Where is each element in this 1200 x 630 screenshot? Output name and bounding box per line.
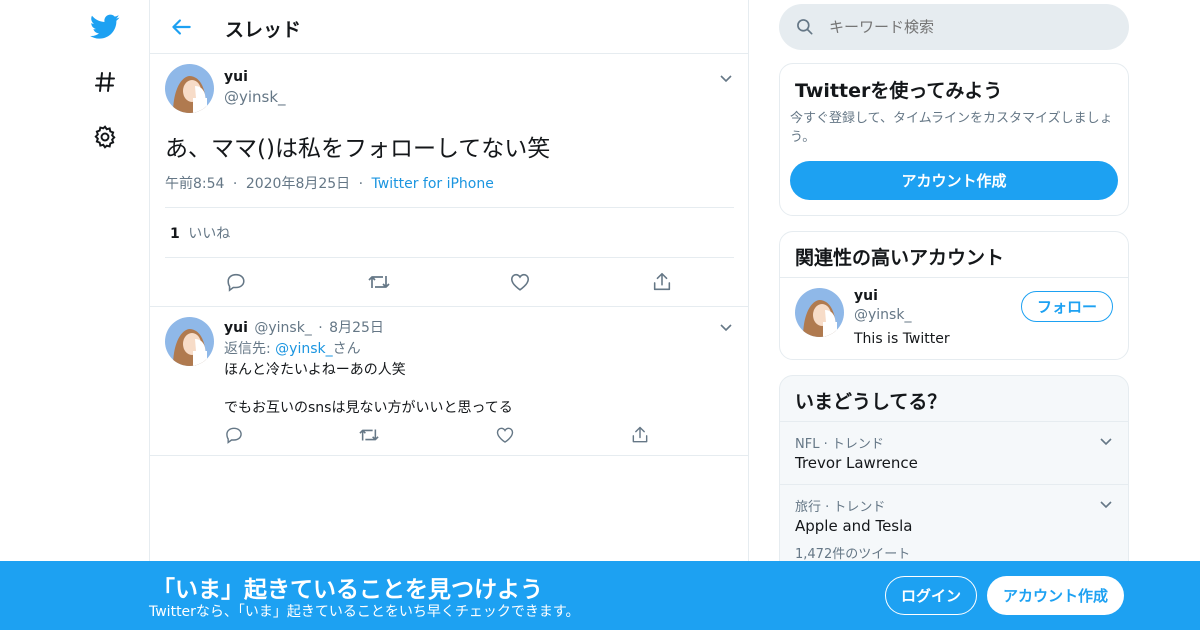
chevron-down-icon[interactable] bbox=[1098, 433, 1114, 449]
author-handle[interactable]: @yinsk_ bbox=[224, 88, 286, 106]
trend-name: Apple and Tesla bbox=[795, 517, 913, 535]
tweet-time[interactable]: 午前8:54 bbox=[165, 176, 224, 192]
related-accounts-card: 関連性の高いアカウント yui @yinsk_ This is Twitter … bbox=[779, 231, 1129, 360]
search-bar[interactable] bbox=[779, 4, 1129, 50]
trends-card: いまどうしてる？ NFL · トレンド Trevor Lawrence 旅行 ·… bbox=[779, 375, 1129, 575]
login-button[interactable]: ログイン bbox=[885, 576, 977, 615]
avatar[interactable] bbox=[165, 317, 214, 366]
banner-title: 「いま」起きていることを見つけよう bbox=[152, 577, 543, 603]
signup-card: Twitterを使ってみよう 今すぐ登録して、タイムラインをカスタマイズしましょ… bbox=[779, 63, 1129, 216]
trend-item[interactable]: NFL · トレンド Trevor Lawrence bbox=[780, 422, 1128, 484]
banner-subtitle: Twitterなら、「いま」起きていることをいち早くチェックできます。 bbox=[149, 604, 580, 620]
back-arrow-icon[interactable] bbox=[168, 14, 194, 40]
signup-card-title: Twitterを使ってみよう bbox=[795, 80, 1003, 102]
thread-column: スレッド yui @yinsk_ あ、ママ()は私をフォローしてない笑 午前8:… bbox=[149, 0, 749, 630]
tweet-date[interactable]: 8月25日 bbox=[329, 320, 384, 336]
reply-icon[interactable] bbox=[225, 271, 247, 293]
chevron-down-icon[interactable] bbox=[718, 70, 734, 86]
divider bbox=[150, 455, 748, 456]
reply-icon[interactable] bbox=[224, 425, 244, 445]
signup-card-description: 今すぐ登録して、タイムラインをカスタマイズしましょう。 bbox=[790, 111, 1113, 145]
thread-header: スレッド bbox=[150, 0, 748, 54]
page-title: スレッド bbox=[225, 19, 302, 41]
share-icon[interactable] bbox=[651, 271, 673, 293]
reply-handle-link[interactable]: @yinsk_ bbox=[275, 341, 332, 357]
trends-card-title: いまどうしてる？ bbox=[795, 391, 947, 413]
chevron-down-icon[interactable] bbox=[718, 319, 734, 335]
divider bbox=[780, 277, 1128, 278]
avatar[interactable] bbox=[165, 64, 214, 113]
create-account-button[interactable]: アカウント作成 bbox=[790, 161, 1118, 200]
share-icon[interactable] bbox=[630, 425, 650, 445]
trend-context: 旅行 · トレンド bbox=[795, 500, 886, 515]
tweet-date[interactable]: 2020年8月25日 bbox=[246, 176, 350, 192]
trend-item[interactable]: 旅行 · トレンド Apple and Tesla 1,472件のツイート bbox=[780, 485, 1128, 565]
trend-count: 1,472件のツイート bbox=[795, 547, 911, 562]
reply-suffix: さん bbox=[332, 341, 361, 357]
likes-count: 1 bbox=[170, 226, 180, 242]
reply-text-line2: でもお互いのsnsは見ない方がいいと思ってる bbox=[224, 400, 513, 416]
author-handle[interactable]: @yinsk_ bbox=[254, 320, 311, 336]
hashtag-icon[interactable] bbox=[88, 65, 122, 99]
divider bbox=[165, 257, 734, 258]
avatar[interactable] bbox=[795, 288, 844, 337]
account-bio: This is Twitter bbox=[854, 331, 950, 347]
account-handle[interactable]: @yinsk_ bbox=[854, 307, 911, 323]
chevron-down-icon[interactable] bbox=[1098, 496, 1114, 512]
replying-to: 返信先: @yinsk_さん bbox=[224, 338, 361, 358]
signup-banner: 「いま」起きていることを見つけよう Twitterなら、「いま」起きていることを… bbox=[0, 561, 1200, 630]
gear-icon[interactable] bbox=[88, 120, 122, 154]
trend-context: NFL · トレンド bbox=[795, 437, 884, 452]
likes-stat[interactable]: 1 いいね bbox=[170, 223, 230, 243]
reply-header: yui @yinsk_ · 8月25日 bbox=[224, 320, 384, 336]
like-icon[interactable] bbox=[509, 271, 531, 293]
like-icon[interactable] bbox=[495, 425, 515, 445]
tweet-source[interactable]: Twitter for iPhone bbox=[372, 176, 494, 192]
divider bbox=[165, 207, 734, 208]
search-icon bbox=[795, 17, 815, 37]
likes-label: いいね bbox=[188, 226, 231, 242]
tweet-text: あ、ママ()は私をフォローしてない笑 bbox=[165, 136, 551, 162]
reply-prefix: 返信先: bbox=[224, 341, 276, 357]
account-name[interactable]: yui bbox=[854, 288, 878, 304]
author-name[interactable]: yui bbox=[224, 320, 248, 336]
tweet-meta: 午前8:54 · 2020年8月25日 · Twitter for iPhone bbox=[165, 176, 494, 192]
divider bbox=[150, 306, 748, 307]
signup-button[interactable]: アカウント作成 bbox=[987, 576, 1124, 615]
search-input[interactable] bbox=[829, 12, 1114, 42]
trend-name: Trevor Lawrence bbox=[795, 454, 918, 472]
related-card-title: 関連性の高いアカウント bbox=[795, 247, 1005, 269]
retweet-icon[interactable] bbox=[367, 271, 390, 293]
retweet-icon[interactable] bbox=[358, 425, 380, 445]
twitter-bird-icon[interactable] bbox=[88, 10, 122, 44]
reply-text-line1: ほんと冷たいよねーあの人笑 bbox=[224, 362, 406, 378]
author-name[interactable]: yui bbox=[224, 69, 248, 85]
follow-button[interactable]: フォロー bbox=[1021, 291, 1113, 322]
